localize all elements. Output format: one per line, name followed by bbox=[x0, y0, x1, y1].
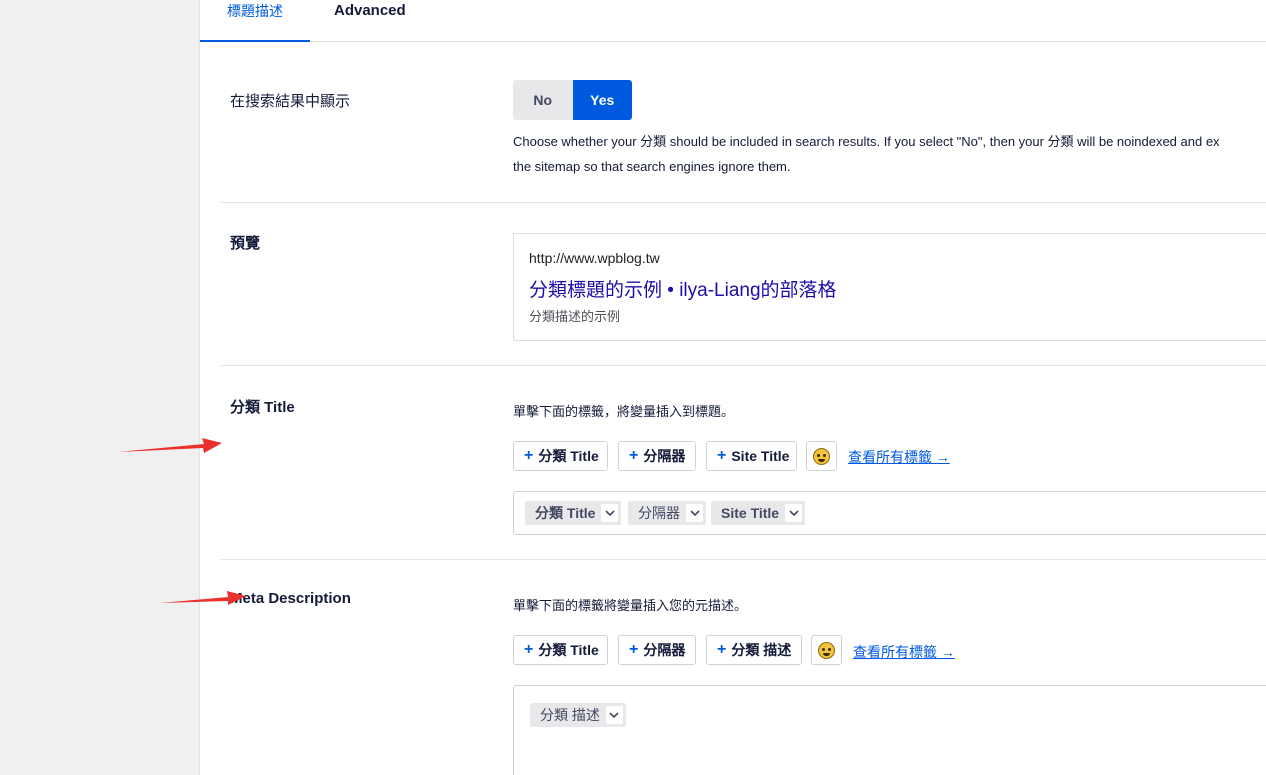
plus-icon: + bbox=[629, 641, 639, 658]
meta-hint: 單擊下面的標籤將變量插入您的元描述。 bbox=[513, 598, 748, 613]
tab-advanced-label: Advanced bbox=[334, 2, 406, 19]
plus-icon: + bbox=[524, 641, 534, 658]
search-visibility-toggle[interactable]: No Yes bbox=[513, 80, 632, 120]
divider bbox=[221, 365, 1266, 366]
tag-button-label: Site Title bbox=[731, 448, 790, 464]
view-all-tags-link[interactable]: 查看所有標籤 → bbox=[848, 447, 950, 467]
add-tag-description-button[interactable]: + 分類 描述 bbox=[706, 635, 802, 665]
tab-advanced[interactable]: Advanced bbox=[334, 0, 406, 42]
emoji-button[interactable] bbox=[806, 441, 837, 471]
description-line-2: the sitemap so that search engines ignor… bbox=[513, 159, 791, 174]
title-hint: 單擊下面的標籤，將變量插入到標題。 bbox=[513, 404, 735, 419]
yes-button[interactable]: Yes bbox=[572, 80, 632, 120]
chevron-down-icon[interactable] bbox=[601, 504, 619, 522]
tag-button-label: 分類 Title bbox=[538, 448, 599, 464]
smiley-emoji-icon bbox=[813, 447, 830, 465]
title-editor[interactable]: 分類 Title 分隔器 Site Title bbox=[513, 491, 1266, 535]
add-tag-title-button[interactable]: + 分類 Title bbox=[513, 441, 608, 471]
plus-icon: + bbox=[717, 641, 727, 658]
search-visibility-label: 在搜索結果中顯示 bbox=[230, 93, 351, 110]
tag-button-label: 分類 Title bbox=[538, 642, 599, 658]
add-tag-separator-button[interactable]: + 分隔器 bbox=[618, 441, 696, 471]
chip-label: 分類 Title bbox=[535, 505, 596, 521]
smiley-emoji-icon bbox=[818, 641, 835, 659]
preview-url: http://www.wpblog.tw bbox=[529, 250, 660, 266]
tag-button-label: 分隔器 bbox=[643, 448, 686, 464]
settings-panel: 標題描述 Advanced 在搜索結果中顯示 No Yes Choose whe… bbox=[199, 0, 1266, 775]
tab-general-label: 標題描述 bbox=[227, 3, 283, 19]
preview-description: 分類描述的示例 bbox=[529, 309, 621, 324]
tag-button-label: 分類 描述 bbox=[731, 642, 792, 658]
preview-title: 分類標題的示例 • ilya-Liang的部落格 bbox=[529, 280, 837, 301]
chip-label: 分類 描述 bbox=[540, 707, 600, 723]
search-visibility-description: Choose whether your 分類 should be include… bbox=[513, 129, 1266, 179]
annotation-arrow-icon bbox=[118, 438, 222, 453]
tab-general[interactable]: 標題描述 bbox=[200, 0, 310, 42]
chip-label: Site Title bbox=[721, 505, 780, 521]
annotation-arrow-icon bbox=[160, 591, 246, 605]
description-line-1: Choose whether your 分類 should be include… bbox=[513, 134, 1220, 149]
plus-icon: + bbox=[717, 447, 727, 464]
preview-label: 預覽 bbox=[230, 235, 261, 252]
divider bbox=[221, 559, 1266, 560]
no-button[interactable]: No bbox=[513, 80, 573, 120]
add-tag-site-title-button[interactable]: + Site Title bbox=[706, 441, 797, 471]
tag-chip[interactable]: 分類 Title bbox=[525, 501, 622, 525]
title-section-label: 分類 Title bbox=[230, 399, 295, 416]
add-tag-title-button[interactable]: + 分類 Title bbox=[513, 635, 608, 665]
plus-icon: + bbox=[629, 447, 639, 464]
meta-description-editor[interactable]: 分類 描述 bbox=[513, 685, 1266, 775]
plus-icon: + bbox=[524, 447, 534, 464]
tag-chip[interactable]: Site Title bbox=[711, 501, 806, 525]
chevron-down-icon[interactable] bbox=[605, 706, 623, 724]
chevron-down-icon[interactable] bbox=[686, 504, 703, 522]
search-preview: http://www.wpblog.tw 分類標題的示例 • ilya-Lian… bbox=[513, 233, 1266, 341]
add-tag-separator-button[interactable]: + 分隔器 bbox=[618, 635, 696, 665]
tab-bar: 標題描述 Advanced bbox=[200, 0, 1266, 42]
emoji-button[interactable] bbox=[811, 635, 842, 665]
tag-chip[interactable]: 分隔器 bbox=[628, 501, 706, 525]
view-all-tags-link[interactable]: 查看所有標籤 → bbox=[853, 642, 955, 662]
meta-section-label: Meta Description bbox=[230, 590, 351, 607]
tag-button-label: 分隔器 bbox=[643, 642, 686, 658]
divider bbox=[221, 202, 1266, 203]
tag-chip[interactable]: 分類 描述 bbox=[530, 703, 626, 727]
chip-label: 分隔器 bbox=[638, 505, 680, 521]
chevron-down-icon[interactable] bbox=[785, 504, 803, 522]
